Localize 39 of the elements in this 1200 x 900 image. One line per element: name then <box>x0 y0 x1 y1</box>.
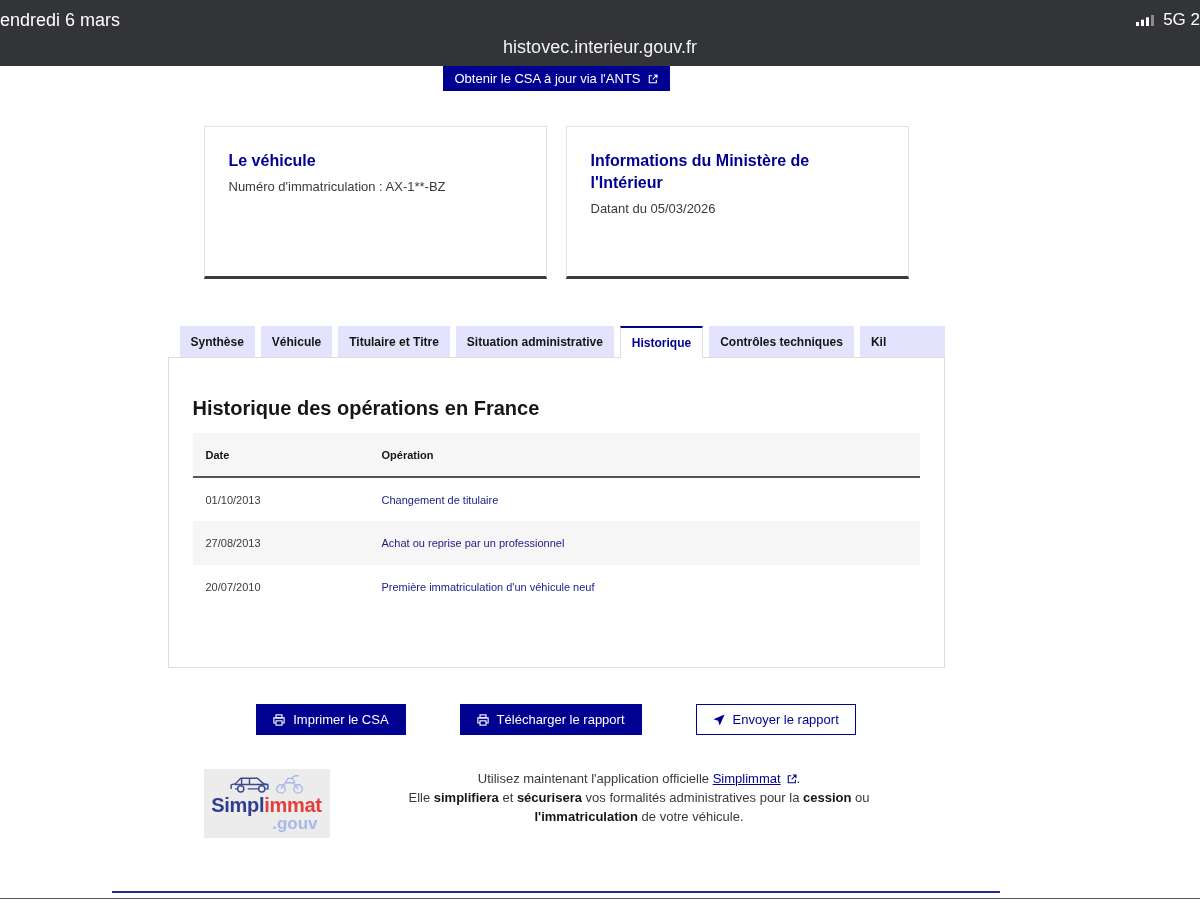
table-cell: Première immatriculation d'un véhicule neuf <box>368 565 920 609</box>
external-link-icon <box>786 773 797 784</box>
logo-suffix: .gouv <box>272 816 318 832</box>
car-and-motorbike-icon <box>229 774 304 795</box>
status-date: endredi 6 mars <box>0 9 121 31</box>
address-bar-url[interactable]: histovec.interieur.gouv.fr <box>503 36 697 58</box>
app-link[interactable]: Simplimmat <box>712 769 797 788</box>
column-header: Date <box>192 433 369 477</box>
card-title: Le véhicule <box>228 151 317 171</box>
printer-icon <box>476 713 489 726</box>
card-text: Datant du 05/03/2026 <box>590 200 717 218</box>
tab[interactable]: Synthèse <box>179 326 255 357</box>
tab[interactable]: Situation administrative <box>455 326 614 357</box>
action-button[interactable]: Imprimer le CSA <box>256 704 406 735</box>
signal-icon <box>1136 14 1155 26</box>
table-cell: Achat ou reprise par un professionnel <box>368 521 920 565</box>
card-text: Numéro d'immatriculation : AX-1**-BZ <box>228 178 447 196</box>
logo-wordmark: Simplimmat <box>211 795 322 816</box>
promo-text: Utilisez maintenant l'application officielle Simplimmat . <box>476 769 802 788</box>
table-cell: 01/10/2013 <box>192 477 369 521</box>
column-header: Opération <box>368 433 920 477</box>
csa-update-button[interactable]: Obtenir le CSA à jour via l'ANTS <box>442 66 670 91</box>
tab[interactable]: Historique <box>619 326 704 358</box>
promo-description: Elle simplifiera et sécurisera vos formalités administratives pour la cession ou l'immatriculation de votre véhicule. <box>407 789 871 826</box>
action-button[interactable]: Télécharger le rapport <box>459 704 642 735</box>
section-heading: Historique des opérations en France <box>192 396 541 421</box>
external-link-icon <box>647 73 658 84</box>
navigation-arrow-icon <box>712 713 725 726</box>
tab[interactable]: Titulaire et Titre <box>338 326 450 357</box>
tab[interactable]: Contrôles techniques <box>709 326 854 357</box>
tab[interactable]: Véhicule <box>260 326 333 357</box>
card-title: Informations du Ministère de l'Intérieur <box>590 151 811 193</box>
table-cell: 20/07/2010 <box>192 565 369 609</box>
printer-icon <box>273 713 286 726</box>
tab[interactable]: Kil <box>859 326 945 357</box>
action-button[interactable]: Envoyer le rapport <box>695 704 856 735</box>
network-label: 5G 2 <box>1163 9 1200 31</box>
table-cell: 27/08/2013 <box>192 521 369 565</box>
table-cell: Changement de titulaire <box>368 477 920 521</box>
